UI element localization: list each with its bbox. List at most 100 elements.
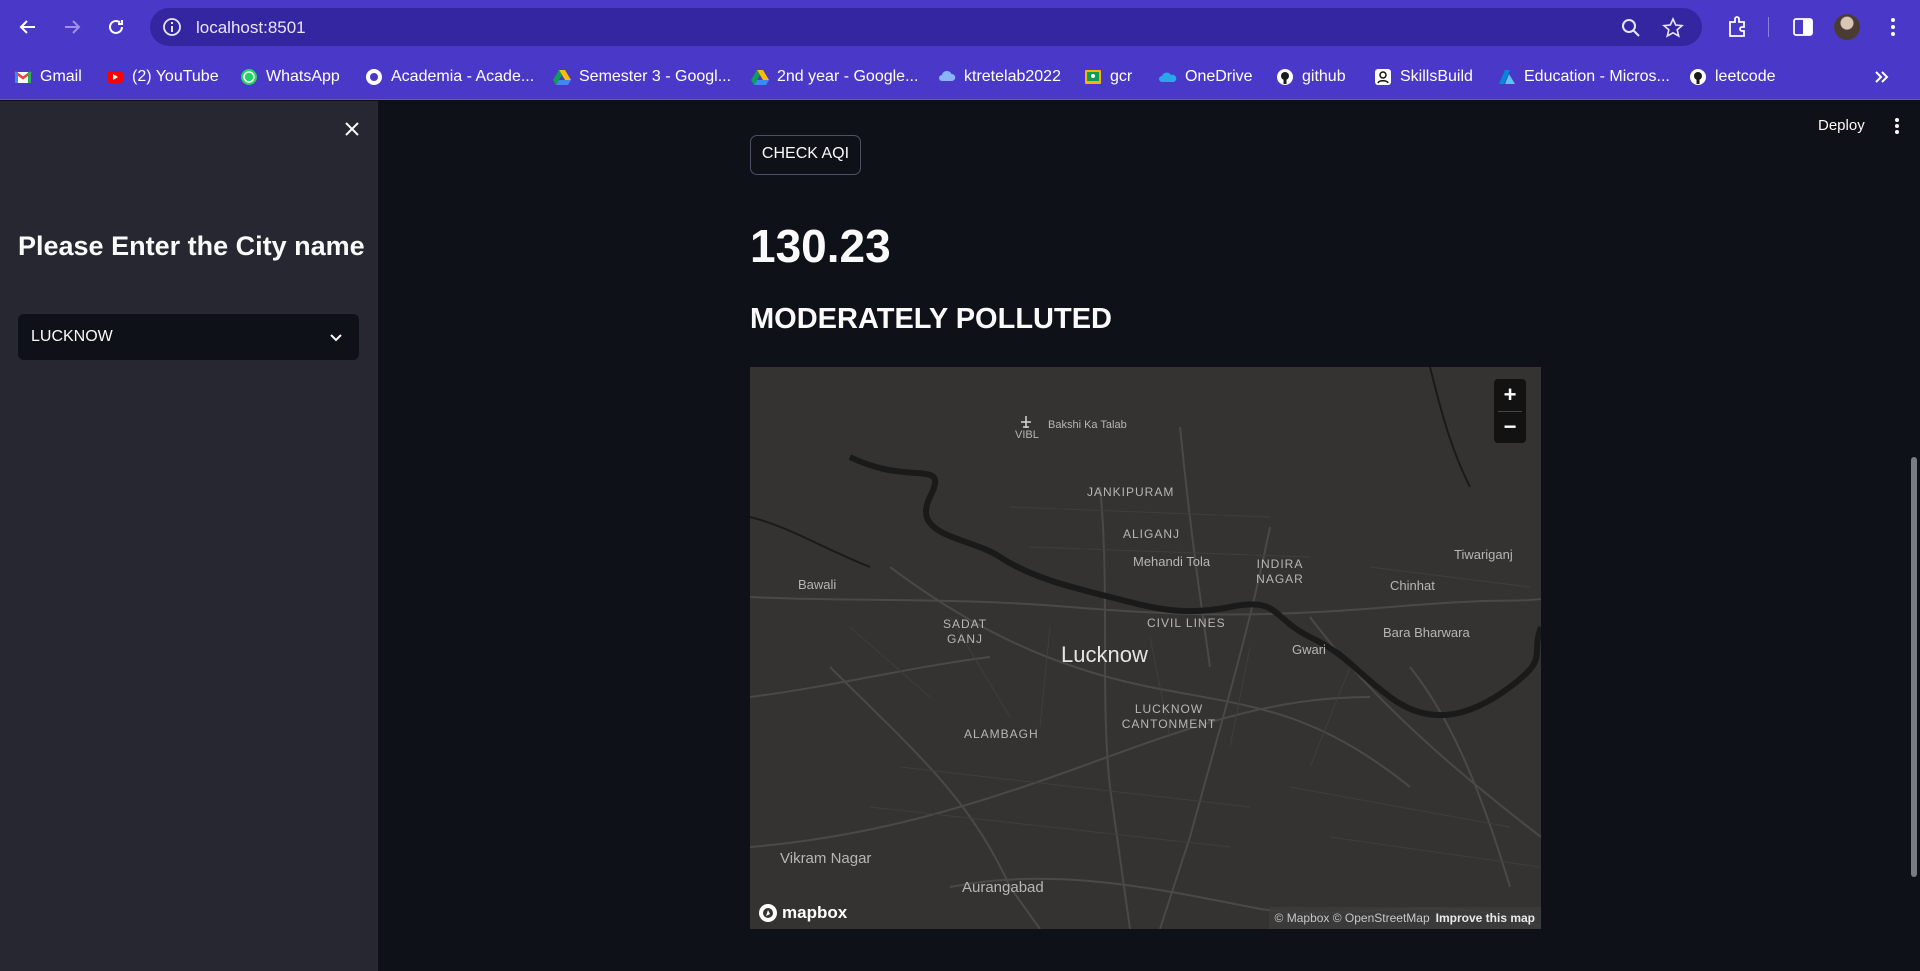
zoom-search-icon[interactable] (1620, 17, 1642, 39)
map-label-mehandi-tola: Mehandi Tola (1133, 554, 1211, 569)
url-text[interactable]: localhost:8501 (196, 18, 306, 38)
bookmark-skillsbuild[interactable]: SkillsBuild (1374, 64, 1473, 90)
forward-button[interactable] (56, 11, 88, 43)
sidebar-heading: Please Enter the City name (18, 231, 365, 261)
map-label-vikram-nagar: Vikram Nagar (780, 850, 872, 867)
bookmark-label: Gmail (40, 68, 82, 85)
youtube-icon (107, 71, 123, 83)
bookmark-youtube[interactable]: (2) YouTube (106, 64, 219, 90)
arrow-left-icon (19, 20, 35, 34)
aqi-value: 130.23 (750, 220, 891, 272)
academia-icon (366, 69, 382, 85)
chevron-down-icon (330, 334, 342, 342)
map-label-civil-lines: CIVIL LINES (1147, 616, 1226, 630)
bookmark-label: SkillsBuild (1400, 68, 1473, 85)
map[interactable]: VIBL Bakshi Ka Talab JANKIPURAM ALIGANJ … (750, 367, 1541, 929)
bookmark-github[interactable]: github (1276, 64, 1346, 90)
mapbox-logo-text: mapbox (782, 903, 848, 922)
bookmark-label: ktretelab2022 (964, 68, 1061, 85)
mapbox-logo[interactable]: mapbox (758, 903, 847, 923)
map-label-jankipuram: JANKIPURAM (1087, 485, 1175, 499)
bookmark-onedrive[interactable]: OneDrive (1159, 64, 1253, 90)
map-label-chinhat: Chinhat (1390, 578, 1435, 593)
bookmark-label: gcr (1110, 68, 1133, 85)
bookmark-gmail[interactable]: Gmail (14, 64, 82, 90)
bookmark-label: WhatsApp (266, 68, 340, 85)
map-attribution: © Mapbox © OpenStreetMap Improve this ma… (1268, 907, 1541, 929)
check-aqi-button[interactable]: CHECK AQI (750, 135, 861, 175)
map-label-aurangabad: Aurangabad (962, 879, 1044, 896)
map-label-bawali: Bawali (798, 577, 837, 592)
bookmark-label: leetcode (1715, 68, 1776, 85)
classroom-icon (1085, 70, 1101, 84)
bookmark-whatsapp[interactable]: WhatsApp (240, 64, 340, 90)
whatsapp-icon (241, 69, 257, 85)
map-label-bara-bharwara: Bara Bharwara (1383, 625, 1470, 640)
improve-map-link[interactable]: Improve this map (1436, 911, 1535, 925)
bookmark-star-icon[interactable] (1662, 17, 1684, 39)
bookmarks-bar: Gmail (2) YouTube WhatsApp Academia - Ac… (0, 54, 1920, 100)
main-content: Deploy CHECK AQI 130.23 MODERATELY POLLU… (378, 101, 1920, 971)
bookmark-label: Academia - Acade... (391, 68, 535, 85)
more-vertical-icon[interactable] (1888, 116, 1906, 136)
map-label-vibl: VIBL (1015, 429, 1039, 441)
map-label-gwari: Gwari (1292, 642, 1326, 657)
chevron-double-right-icon[interactable] (1871, 67, 1891, 87)
city-select[interactable]: LUCKNOW (18, 314, 359, 360)
azure-icon (1499, 70, 1515, 84)
sidebar: Please Enter the City name LUCKNOW (0, 101, 378, 971)
side-panel-icon[interactable] (1790, 14, 1816, 40)
google-drive-icon (751, 70, 769, 85)
toolbar-divider (1768, 17, 1769, 37)
bookmark-leetcode[interactable]: leetcode (1689, 64, 1776, 90)
city-select-value: LUCKNOW (31, 328, 113, 345)
back-button[interactable] (12, 11, 44, 43)
zoom-in-button[interactable]: + (1494, 379, 1526, 411)
bookmark-2nd-year[interactable]: 2nd year - Google... (751, 64, 918, 90)
bookmark-label: Semester 3 - Googl... (579, 68, 732, 85)
map-label-aliganj: ALIGANJ (1123, 527, 1181, 541)
bookmark-label: (2) YouTube (132, 68, 219, 85)
browser-toolbar: localhost:8501 (0, 0, 1920, 54)
cloud-icon (939, 70, 956, 81)
airport-icon (1021, 416, 1031, 428)
github-icon (1690, 69, 1706, 85)
onedrive-icon (1159, 72, 1177, 82)
reload-icon (109, 19, 123, 34)
bookmark-education[interactable]: Education - Micros... (1498, 64, 1670, 90)
site-info-icon[interactable] (162, 17, 182, 37)
bookmark-ktretelab2022[interactable]: ktretelab2022 (938, 64, 1061, 90)
skillsbuild-icon (1375, 69, 1391, 85)
deploy-button[interactable]: Deploy (1818, 117, 1865, 134)
map-label-indira-nagar: INDIRA NAGAR (1256, 557, 1304, 586)
close-icon[interactable] (340, 117, 364, 141)
bookmark-gcr[interactable]: gcr (1084, 64, 1132, 90)
bookmark-label: github (1302, 68, 1346, 85)
attribution-text[interactable]: © Mapbox © OpenStreetMap (1275, 911, 1430, 925)
extensions-icon[interactable] (1724, 14, 1750, 40)
bookmark-academia[interactable]: Academia - Acade... (365, 64, 534, 90)
map-zoom-controls: + − (1494, 379, 1526, 443)
bookmark-semester-3[interactable]: Semester 3 - Googl... (553, 64, 731, 90)
map-label-sadat-ganj: SADAT GANJ (942, 617, 988, 646)
mapbox-logo-icon (759, 904, 777, 922)
map-label-alambagh: ALAMBAGH (964, 727, 1039, 741)
map-label-bakshi-ka-talab: Bakshi Ka Talab (1048, 419, 1127, 431)
github-icon (1277, 69, 1293, 85)
map-label-lucknow-cantonment: LUCKNOW CANTONMENT (1121, 702, 1217, 731)
bookmark-label: Education - Micros... (1524, 68, 1670, 85)
browser-menu-icon[interactable] (1880, 14, 1906, 40)
aqi-status: MODERATELY POLLUTED (750, 303, 1112, 335)
zoom-out-button[interactable]: − (1494, 411, 1526, 443)
address-bar[interactable]: localhost:8501 (150, 8, 1702, 46)
gmail-icon (14, 71, 32, 83)
map-label-tiwariganj: Tiwariganj (1454, 547, 1513, 562)
scrollbar[interactable] (1911, 457, 1917, 877)
arrow-right-icon (65, 20, 81, 34)
bookmark-label: 2nd year - Google... (777, 68, 919, 85)
map-label-lucknow: Lucknow (1061, 642, 1148, 667)
google-drive-icon (553, 70, 571, 85)
reload-button[interactable] (100, 11, 132, 43)
profile-avatar[interactable] (1834, 14, 1860, 40)
bookmark-label: OneDrive (1185, 68, 1253, 85)
